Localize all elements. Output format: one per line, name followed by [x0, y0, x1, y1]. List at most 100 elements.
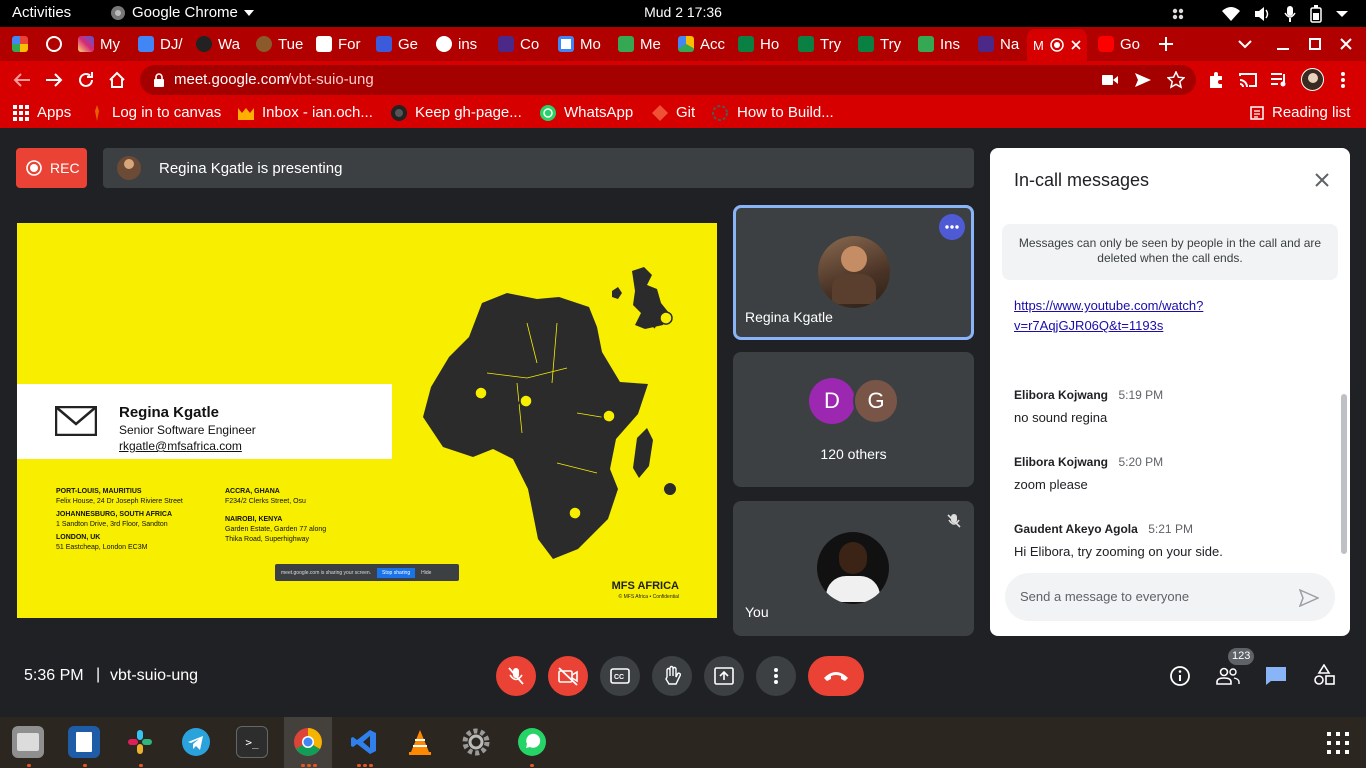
send-tab-icon[interactable] — [1135, 73, 1151, 87]
tab[interactable]: Ins — [912, 32, 968, 56]
chrome-menu-icon[interactable] — [1340, 71, 1346, 89]
system-tray[interactable] — [1170, 5, 1348, 23]
participant-tile-others[interactable]: D G 120 others — [733, 352, 974, 487]
more-options-button[interactable] — [756, 656, 796, 696]
tab[interactable]: Acc — [672, 32, 728, 56]
more-options-icon[interactable] — [939, 214, 965, 240]
bookmark-git[interactable]: Git — [652, 104, 695, 121]
sharing-notice-bar: meet.google.com is sharing your screen. … — [275, 564, 459, 581]
forward-arrow-icon[interactable] — [45, 72, 63, 88]
tab[interactable]: Try — [792, 32, 848, 56]
tab[interactable]: Go — [1092, 32, 1146, 56]
participant-tile-presenter[interactable]: Regina Kgatle — [733, 205, 974, 340]
recording-badge[interactable]: REC — [16, 148, 87, 188]
back-arrow-icon[interactable] — [13, 72, 31, 88]
bookmark-star-icon[interactable] — [1167, 71, 1185, 89]
present-now-button[interactable] — [704, 656, 744, 696]
tab[interactable]: Ge — [370, 32, 426, 56]
stop-sharing-button[interactable]: Stop sharing — [377, 567, 416, 578]
bookmark-inbox[interactable]: Inbox - ian.och... — [238, 104, 373, 121]
tab-label: Try — [880, 35, 902, 53]
leave-call-button[interactable] — [808, 656, 864, 696]
avatar-g: G — [853, 378, 899, 424]
system-menu-caret-icon — [1336, 11, 1348, 17]
vscode-app-icon[interactable] — [348, 726, 380, 758]
tab[interactable]: Wa — [190, 32, 246, 56]
tab[interactable]: Mo — [552, 32, 608, 56]
bookmark-apps[interactable]: Apps — [13, 104, 71, 121]
tab[interactable]: My — [72, 32, 130, 56]
profile-avatar[interactable] — [1301, 68, 1324, 91]
activities-shapes-icon[interactable] — [1313, 664, 1335, 686]
files-app-icon[interactable] — [12, 726, 44, 758]
vlc-app-icon[interactable] — [404, 726, 436, 758]
meeting-code: vbt-suio-ung — [110, 667, 199, 684]
tab[interactable]: Tue — [250, 32, 306, 56]
media-controls-icon[interactable] — [1270, 71, 1288, 89]
bookmark-how-to-build[interactable]: How to Build... — [711, 104, 834, 121]
bookmark-whatsapp[interactable]: WhatsApp — [540, 104, 633, 121]
chat-message: Gaudent Akeyo Agola 5:21 PM Hi Elibora, … — [1014, 520, 1223, 559]
tab-active[interactable]: M — [1027, 29, 1087, 61]
tab[interactable] — [40, 32, 70, 56]
tab[interactable]: Ho — [732, 32, 788, 56]
bookmark-keep-gh-pages[interactable]: Keep gh-page... — [391, 104, 522, 121]
reload-icon[interactable] — [77, 71, 95, 89]
home-icon[interactable] — [108, 71, 126, 89]
mute-microphone-button[interactable] — [496, 656, 536, 696]
apps-grid-icon — [13, 104, 29, 121]
slack-app-icon[interactable] — [124, 726, 156, 758]
message-time: 5:20 PM — [1118, 455, 1164, 469]
new-tab-icon[interactable] — [1158, 36, 1174, 52]
africa-map-graphic — [423, 267, 676, 559]
slide-footer: © MFS Africa • Confidential — [618, 594, 679, 600]
camera-off-button[interactable] — [548, 656, 588, 696]
tab-search-chevron-icon[interactable] — [1238, 39, 1252, 49]
captions-button[interactable]: CC — [600, 656, 640, 696]
show-applications-icon[interactable] — [1327, 732, 1349, 754]
tab[interactable]: Na — [972, 32, 1024, 56]
app-menu[interactable]: Google Chrome — [110, 4, 254, 21]
address-bar[interactable]: meet.google.com /vbt-suio-ung — [140, 65, 1196, 95]
participant-tile-self[interactable]: You — [733, 501, 974, 636]
message-input-placeholder: Send a message to everyone — [1020, 589, 1190, 604]
camera-in-use-icon[interactable] — [1102, 74, 1118, 86]
terminal-app-icon[interactable]: >_ — [236, 726, 268, 758]
tab[interactable]: Me — [612, 32, 668, 56]
extensions-puzzle-icon[interactable] — [1207, 71, 1225, 89]
text-editor-app-icon[interactable] — [68, 726, 100, 758]
whatsapp-app-icon[interactable] — [516, 726, 548, 758]
window-close-icon[interactable] — [1339, 37, 1353, 51]
send-icon[interactable] — [1299, 589, 1319, 607]
contact-card: Regina Kgatle Senior Software Engineer r… — [17, 384, 392, 459]
close-icon[interactable] — [1314, 172, 1330, 188]
settings-app-icon[interactable] — [460, 726, 492, 758]
canvas-icon — [95, 104, 99, 121]
tab-close-icon[interactable] — [1070, 39, 1082, 51]
tab[interactable]: Try — [852, 32, 908, 56]
tab[interactable]: DJ/ — [132, 32, 188, 56]
cast-icon[interactable] — [1238, 71, 1258, 89]
tab[interactable] — [6, 32, 38, 56]
raise-hand-button[interactable] — [652, 656, 692, 696]
chrome-app-icon[interactable] — [292, 726, 324, 758]
tab[interactable]: Co — [492, 32, 548, 56]
meeting-info-icon[interactable] — [1169, 665, 1191, 687]
message-input-field[interactable]: Send a message to everyone — [1005, 573, 1335, 621]
tab[interactable]: For — [310, 32, 366, 56]
reading-list-button[interactable]: Reading list — [1250, 104, 1350, 121]
chat-link[interactable]: https://www.youtube.com/watch? v=r7AqjGJ… — [1014, 296, 1203, 336]
hide-button[interactable]: Hide — [421, 570, 431, 576]
people-button[interactable] — [1216, 667, 1240, 685]
chat-scrollbar[interactable] — [1341, 394, 1347, 554]
chat-icon[interactable] — [1265, 666, 1287, 686]
tab[interactable]: ins — [430, 32, 488, 56]
activities-button[interactable]: Activities — [12, 4, 71, 21]
end-call-icon — [824, 672, 848, 681]
telegram-app-icon[interactable] — [180, 726, 212, 758]
maximize-icon[interactable] — [1308, 37, 1322, 51]
url-path: /vbt-suio-ung — [287, 71, 374, 88]
bookmark-canvas[interactable]: Log in to canvas — [90, 104, 221, 121]
slide-email: rkgatle@mfsafrica.com — [119, 439, 242, 453]
minimize-icon[interactable] — [1276, 37, 1290, 51]
